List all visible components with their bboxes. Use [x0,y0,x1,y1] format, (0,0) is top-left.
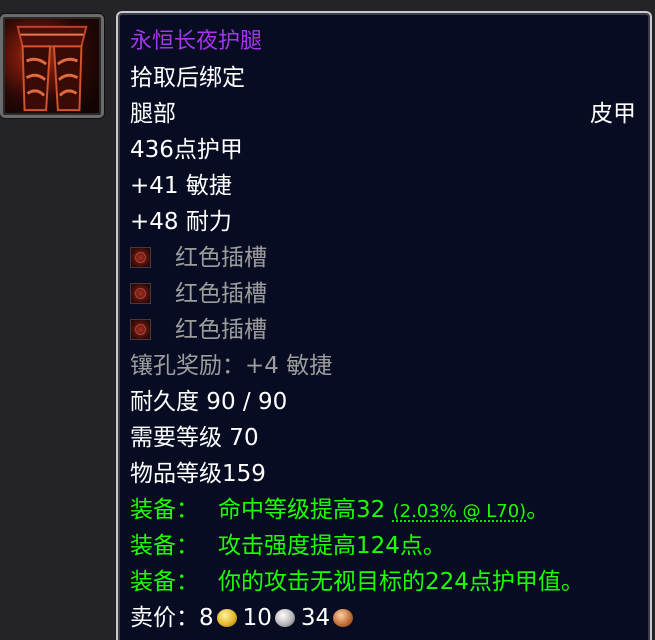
red-socket-icon [130,319,151,340]
durability: 耐久度 90 / 90 [130,389,288,415]
leather-leggings-icon[interactable] [0,14,104,118]
equip-effect-hit: 装备： 命中等级提高32 (2.03% @ L70)。 [130,493,636,527]
armor-value: 436点护甲 [130,137,243,163]
socket-row: 红色插槽 [130,241,636,275]
equip-label: 装备： [130,569,199,595]
equip-note: (2.03% @ L70) [392,501,527,522]
socket-bonus: 镶孔奖励：+4 敏捷 [130,353,333,379]
armor-type-text: 皮甲 [590,101,636,127]
socket-label: 红色插槽 [175,281,267,307]
equip-effect-attack-power: 装备： 攻击强度提高124点。 [130,529,636,563]
equip-text: 攻击强度提高124点。 [218,533,446,559]
slot-row: 腿部 皮甲 [130,97,636,131]
item-level: 物品等级159 [130,461,266,487]
red-socket-icon [130,247,151,268]
socket-row: 红色插槽 [130,313,636,347]
item-tooltip-screen: 永恒长夜护腿 拾取后绑定 腿部 皮甲 436点护甲 +41 敏捷 +48 耐力 … [0,0,655,640]
socket-label: 红色插槽 [175,317,267,343]
copper-amount: 34 [300,605,331,631]
equip-label: 装备： [130,533,199,559]
copper-coin-icon [333,609,354,627]
stat-stamina: +48 耐力 [130,209,232,235]
equip-text: 命中等级提高32 [218,497,386,523]
socket-row: 红色插槽 [130,277,636,311]
required-level: 需要等级 70 [130,425,259,451]
sell-price-label: 卖价： [130,605,199,631]
red-socket-icon [130,283,151,304]
equip-suffix: 。 [526,497,550,523]
item-tooltip: 永恒长夜护腿 拾取后绑定 腿部 皮甲 436点护甲 +41 敏捷 +48 耐力 … [116,11,652,640]
stat-agility: +41 敏捷 [130,173,232,199]
item-name: 永恒长夜护腿 [130,29,263,54]
equip-label: 装备： [130,497,199,523]
gold-amount: 8 [199,605,214,631]
equip-text: 你的攻击无视目标的224点护甲值。 [218,569,584,595]
silver-amount: 10 [242,605,272,631]
gold-coin-icon [216,609,237,627]
equip-effect-armor-penetration: 装备： 你的攻击无视目标的224点护甲值。 [130,565,636,599]
socket-label: 红色插槽 [175,245,267,271]
slot-text: 腿部 [130,101,176,127]
sell-price-row: 卖价：8 10 34 [130,601,636,635]
binding-text: 拾取后绑定 [130,65,245,91]
silver-coin-icon [274,609,295,627]
